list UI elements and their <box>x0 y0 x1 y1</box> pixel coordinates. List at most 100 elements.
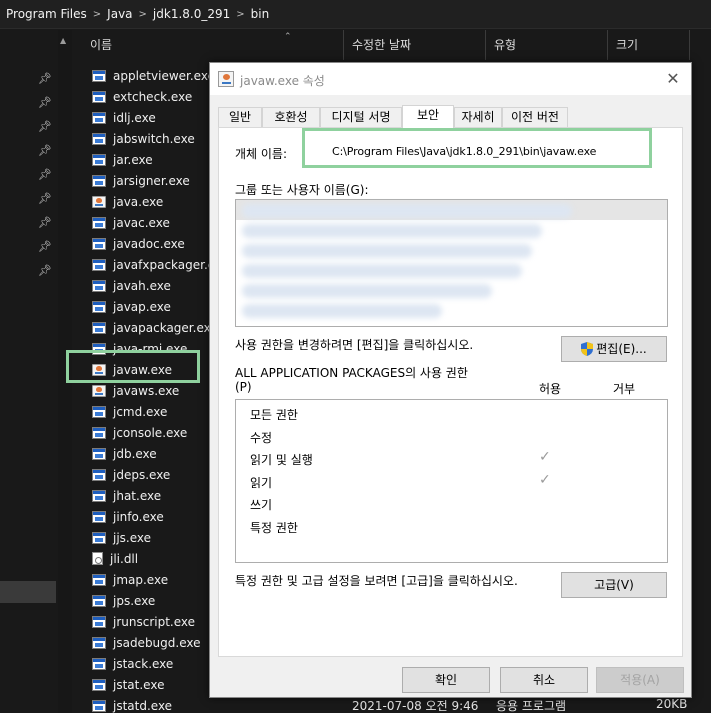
permissions-listbox[interactable]: 모든 권한 수정 읽기 및 실행 ✓ 읽기 ✓ 쓰기 특정 권한 <box>235 399 668 563</box>
navigation-pane[interactable]: 📌︎ 📌︎ 📌︎ 📌︎ 📌︎ 📌︎ 📌︎ 📌︎ 📌︎ <box>0 30 56 713</box>
file-row[interactable]: jstat.exe <box>72 674 212 695</box>
file-row[interactable]: javadoc.exe <box>72 233 212 254</box>
file-name: jhat.exe <box>113 488 162 503</box>
file-row[interactable]: jli.dll <box>72 548 212 569</box>
exe-file-icon <box>92 426 106 439</box>
apply-button[interactable]: 적용(A) <box>596 667 684 693</box>
edit-button[interactable]: 편집(E)... <box>561 336 667 362</box>
exe-file-icon <box>92 279 106 292</box>
breadcrumb-jdk[interactable]: jdk1.8.0_291 <box>153 7 230 21</box>
exe-file-icon <box>92 90 106 103</box>
file-row[interactable]: jmap.exe <box>72 569 212 590</box>
file-row[interactable]: jsadebugd.exe <box>72 632 212 653</box>
file-name: jdeps.exe <box>113 467 171 482</box>
file-name: idlj.exe <box>113 110 156 125</box>
file-row[interactable]: javah.exe <box>72 275 212 296</box>
advanced-button[interactable]: 고급(V) <box>561 572 667 598</box>
file-row[interactable]: javafxpackager.exe <box>72 254 229 275</box>
file-name: jps.exe <box>113 593 156 608</box>
permission-name: 읽기 및 실행 <box>250 453 313 467</box>
blurred-user-entry[interactable] <box>242 264 522 278</box>
column-size[interactable]: 크기 <box>608 30 690 60</box>
file-name: javadoc.exe <box>113 236 185 251</box>
ok-button[interactable]: 확인 <box>402 667 490 693</box>
tab-details[interactable]: 자세히 <box>454 107 502 127</box>
file-row[interactable]: jhat.exe <box>72 485 212 506</box>
exe-file-icon <box>92 300 106 313</box>
exe-file-icon <box>92 615 106 628</box>
file-row[interactable]: jar.exe <box>72 149 212 170</box>
tab-digital-signatures[interactable]: 디지털 서명 <box>320 107 402 127</box>
file-name: jinfo.exe <box>113 509 164 524</box>
file-row[interactable]: javap.exe <box>72 296 212 317</box>
file-name: jdb.exe <box>113 446 157 461</box>
file-row[interactable]: jdb.exe <box>72 443 212 464</box>
chevron-right-icon: > <box>92 8 102 20</box>
exe-file-icon <box>92 489 106 502</box>
exe-file-icon <box>92 447 106 460</box>
tab-security[interactable]: 보안 <box>402 105 454 128</box>
file-name: jsadebugd.exe <box>113 635 201 650</box>
file-row[interactable]: jrunscript.exe <box>72 611 212 632</box>
pin-icon: 📌︎ <box>38 120 52 133</box>
dialog-titlebar[interactable]: javaw.exe 속성 ✕ <box>210 63 691 95</box>
groups-users-listbox[interactable] <box>235 199 668 327</box>
file-row[interactable]: jdeps.exe <box>72 464 212 485</box>
scroll-up-arrow-icon[interactable]: ▲ <box>60 36 66 45</box>
file-name: jmap.exe <box>113 572 169 587</box>
file-row[interactable]: jstack.exe <box>72 653 212 674</box>
breadcrumb-java[interactable]: Java <box>107 7 132 21</box>
highlight-box-object-path <box>302 128 652 168</box>
file-name: jcmd.exe <box>113 404 168 419</box>
tab-compatibility[interactable]: 호환성 <box>262 107 320 127</box>
file-row[interactable]: idlj.exe <box>72 107 212 128</box>
file-row[interactable]: javaws.exe <box>72 380 212 401</box>
file-row[interactable]: jarsigner.exe <box>72 170 212 191</box>
file-name: jarsigner.exe <box>113 173 190 188</box>
cancel-button[interactable]: 취소 <box>500 667 588 693</box>
exe-file-icon <box>92 468 106 481</box>
blurred-user-entry[interactable] <box>242 224 542 238</box>
file-row[interactable]: jps.exe <box>72 590 212 611</box>
column-modified[interactable]: 수정한 날짜 <box>344 30 486 60</box>
file-size: 20KB <box>656 697 688 711</box>
permissions-title-shortcut: (P) <box>235 380 252 394</box>
dll-file-icon <box>92 552 103 565</box>
nav-selected-item[interactable] <box>0 581 56 603</box>
exe-file-icon <box>92 153 106 166</box>
address-breadcrumb[interactable]: Program Files > Java > jdk1.8.0_291 > bi… <box>0 0 711 29</box>
column-name[interactable]: 이름 <box>82 30 344 60</box>
file-row[interactable]: jstatd.exe <box>72 695 212 713</box>
file-row[interactable]: javapackager.exe <box>72 317 218 338</box>
file-row[interactable]: jabswitch.exe <box>72 128 212 149</box>
file-row[interactable]: appletviewer.exe <box>72 65 215 86</box>
blurred-user-entry[interactable] <box>242 244 532 258</box>
file-name: jar.exe <box>113 152 153 167</box>
file-row[interactable]: jinfo.exe <box>72 506 212 527</box>
close-icon[interactable]: ✕ <box>663 69 683 89</box>
properties-dialog: javaw.exe 속성 ✕ 일반 호환성 디지털 서명 보안 자세히 이전 버… <box>209 62 692 698</box>
blurred-user-entry[interactable] <box>242 204 572 218</box>
groups-users-label: 그룹 또는 사용자 이름(G): <box>235 183 369 197</box>
tab-general[interactable]: 일반 <box>218 107 262 127</box>
file-row[interactable]: jjs.exe <box>72 527 212 548</box>
file-modified-date: 2021-07-08 오전 9:46 <box>352 699 479 713</box>
pin-icon: 📌︎ <box>38 96 52 109</box>
edit-button-label: 편집(E)... <box>596 342 647 356</box>
column-type[interactable]: 유형 <box>486 30 608 60</box>
breadcrumb-bin[interactable]: bin <box>251 7 270 21</box>
file-row[interactable]: java.exe <box>72 191 212 212</box>
chevron-right-icon: > <box>138 8 147 20</box>
blurred-user-entry[interactable] <box>242 304 442 318</box>
file-row[interactable]: extcheck.exe <box>72 86 212 107</box>
blurred-user-entry[interactable] <box>242 284 492 298</box>
tab-previous-versions[interactable]: 이전 버전 <box>502 107 568 127</box>
breadcrumb-program-files[interactable]: Program Files <box>6 7 87 21</box>
file-row[interactable]: jcmd.exe <box>72 401 212 422</box>
exe-file-icon <box>92 594 106 607</box>
file-name: extcheck.exe <box>113 89 193 104</box>
file-row[interactable]: jconsole.exe <box>72 422 212 443</box>
file-row[interactable]: javac.exe <box>72 212 212 233</box>
exe-file-icon <box>92 510 106 523</box>
uac-shield-icon <box>581 342 594 356</box>
